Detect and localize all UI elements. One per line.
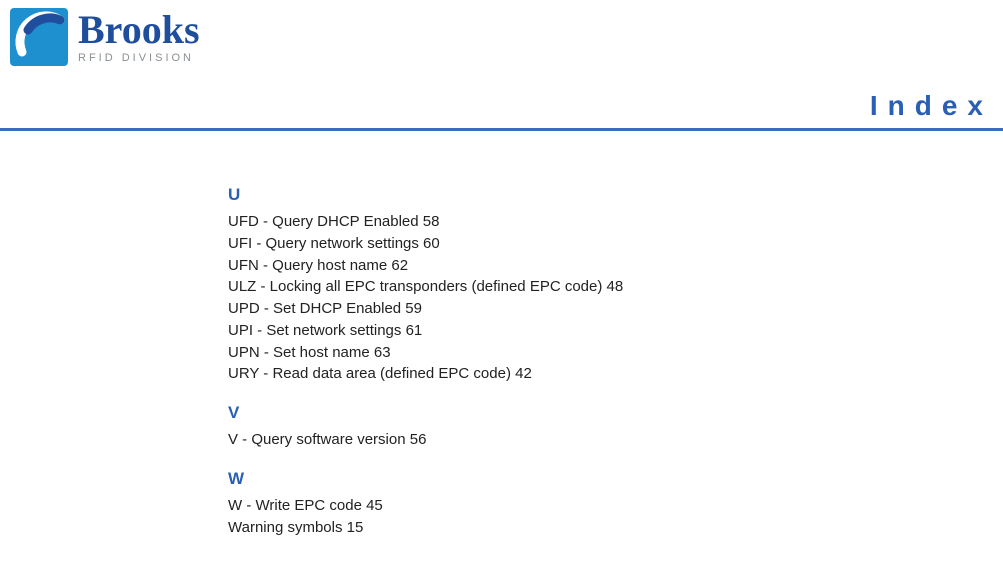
index-entry: URY - Read data area (defined EPC code) …: [228, 363, 963, 385]
index-entry: UFD - Query DHCP Enabled 58: [228, 211, 963, 233]
index-entry: Warning symbols 15: [228, 517, 963, 539]
index-content: U UFD - Query DHCP Enabled 58 UFI - Quer…: [228, 185, 963, 538]
section-letter: W: [228, 469, 963, 489]
index-entry: UFI - Query network settings 60: [228, 233, 963, 255]
logo-text: Brooks RFID DIVISION: [78, 10, 200, 64]
section-letter: V: [228, 403, 963, 423]
index-entry: UFN - Query host name 62: [228, 255, 963, 277]
divider: [0, 128, 1003, 131]
section-letter: U: [228, 185, 963, 205]
index-entry: UPD - Set DHCP Enabled 59: [228, 298, 963, 320]
header: Brooks RFID DIVISION: [0, 0, 1003, 66]
index-entry: W - Write EPC code 45: [228, 495, 963, 517]
index-entry: ULZ - Locking all EPC transponders (defi…: [228, 276, 963, 298]
logo-brand: Brooks: [78, 10, 200, 50]
index-entry: UPI - Set network settings 61: [228, 320, 963, 342]
logo-mark-icon: [10, 8, 68, 66]
logo-subline: RFID DIVISION: [78, 52, 200, 64]
logo: Brooks RFID DIVISION: [10, 8, 200, 66]
page-title: Index: [870, 90, 993, 122]
index-entry: V - Query software version 56: [228, 429, 963, 451]
index-entry: UPN - Set host name 63: [228, 342, 963, 364]
